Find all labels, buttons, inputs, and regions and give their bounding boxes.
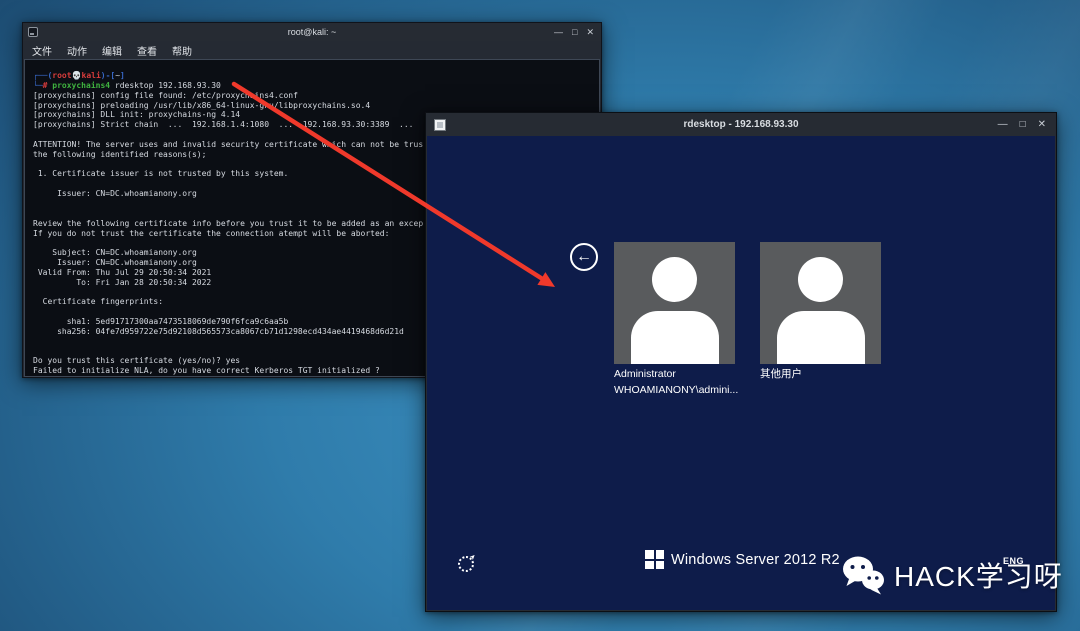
minimize-icon[interactable]: — <box>998 119 1008 130</box>
maximize-icon[interactable]: □ <box>572 27 577 37</box>
kali-desktop: root@kali: ~ — □ ✕ 文件 动作 编辑 查看 帮助 ┌──(ro… <box>0 0 1080 631</box>
terminal-titlebar[interactable]: root@kali: ~ — □ ✕ <box>23 23 601 41</box>
windows-logo-icon <box>645 550 664 569</box>
menu-edit[interactable]: 编辑 <box>102 43 122 58</box>
avatar <box>652 257 697 302</box>
menu-actions[interactable]: 动作 <box>67 43 87 58</box>
back-arrow-icon: ← <box>576 248 592 266</box>
menu-view[interactable]: 查看 <box>137 43 157 58</box>
user-name: 其他用户 <box>760 367 802 382</box>
avatar <box>798 257 843 302</box>
user-tile-administrator[interactable] <box>614 242 735 364</box>
terminal-menubar: 文件 动作 编辑 查看 帮助 <box>23 41 601 59</box>
rdesktop-window: rdesktop - 192.168.93.30 — □ ✕ ← Adminis… <box>425 112 1057 612</box>
user-domain: WHOAMIANONY\admini... <box>614 383 738 398</box>
close-icon[interactable]: ✕ <box>586 27 594 38</box>
ease-of-access-icon[interactable] <box>458 556 474 572</box>
terminal-window-title: root@kali: ~ <box>23 27 601 37</box>
avatar <box>777 311 865 364</box>
user-tile-other-user[interactable] <box>760 242 881 364</box>
branding-text: Windows Server 2012 R2 <box>671 552 840 568</box>
rdesktop-window-title: rdesktop - 192.168.93.30 <box>426 119 1056 130</box>
terminal-window-icon <box>28 27 38 37</box>
menu-help[interactable]: 帮助 <box>172 43 192 58</box>
windows-branding: Windows Server 2012 R2 <box>645 550 840 569</box>
close-icon[interactable]: ✕ <box>1038 119 1046 130</box>
back-button[interactable]: ← <box>570 243 598 271</box>
avatar <box>631 311 719 364</box>
maximize-icon[interactable]: □ <box>1020 119 1026 130</box>
windows-logon-screen: ← Administrator WHOAMIANONY\admini... 其他… <box>427 136 1055 610</box>
language-indicator[interactable]: ENG <box>1003 556 1024 566</box>
minimize-icon[interactable]: — <box>554 27 563 37</box>
rdesktop-titlebar[interactable]: rdesktop - 192.168.93.30 — □ ✕ <box>426 113 1056 136</box>
user-name: Administrator <box>614 367 676 382</box>
rdesktop-window-icon <box>434 119 446 131</box>
menu-file[interactable]: 文件 <box>32 43 52 58</box>
